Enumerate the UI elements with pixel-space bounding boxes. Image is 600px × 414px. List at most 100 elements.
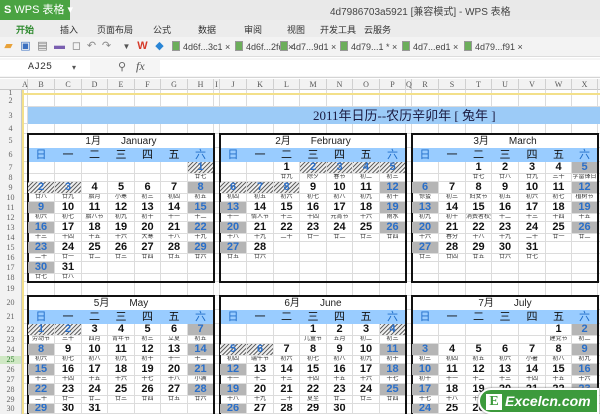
- calendar-date[interactable]: 23: [300, 222, 326, 233]
- calendar-date[interactable]: 3: [327, 162, 352, 173]
- calendar-date[interactable]: 10: [327, 182, 352, 193]
- calendar-date[interactable]: 25: [353, 222, 379, 233]
- calendar-date[interactable]: 13: [247, 364, 273, 375]
- calendar-date[interactable]: 9: [55, 344, 81, 355]
- calendar-date[interactable]: 6: [135, 182, 160, 193]
- calendar-date[interactable]: 15: [300, 364, 326, 375]
- calendar-date[interactable]: 18: [546, 202, 571, 213]
- calendar-date[interactable]: 16: [492, 202, 518, 213]
- calendar-date[interactable]: 31: [519, 242, 545, 253]
- calendar-date[interactable]: 19: [572, 202, 597, 213]
- calendar-date[interactable]: 3: [353, 324, 379, 335]
- calendar-date[interactable]: 13: [161, 344, 187, 355]
- row-header-25[interactable]: 25: [0, 356, 21, 364]
- menu-home[interactable]: 开始: [16, 23, 34, 36]
- calendar-date[interactable]: 21: [188, 364, 213, 375]
- calendar-date[interactable]: 4: [546, 162, 571, 173]
- print-icon[interactable]: ▬: [53, 40, 66, 53]
- calendar-date[interactable]: 31: [55, 262, 81, 273]
- calendar-date[interactable]: 28: [247, 242, 273, 253]
- calendar-date[interactable]: 1: [300, 324, 326, 335]
- calendar-date[interactable]: 8: [28, 344, 54, 355]
- calendar-date[interactable]: 6: [492, 344, 518, 355]
- row-header-17[interactable]: 17: [0, 262, 21, 274]
- calendar-date[interactable]: 29: [28, 404, 54, 413]
- menu-review[interactable]: 审阅: [244, 23, 262, 36]
- row-header-2[interactable]: 2: [0, 95, 21, 107]
- redo-icon[interactable]: ↷: [100, 40, 113, 53]
- column-header-j[interactable]: J: [220, 79, 247, 90]
- column-header-p[interactable]: P: [380, 79, 406, 90]
- calendar-date[interactable]: 8: [188, 182, 213, 193]
- calendar-date[interactable]: 1: [188, 162, 213, 173]
- calendar-date[interactable]: 4: [108, 324, 134, 335]
- row-header-30[interactable]: 30: [0, 404, 21, 414]
- calendar-date[interactable]: 4: [380, 324, 405, 335]
- calendar-date[interactable]: 16: [572, 364, 597, 375]
- calendar-date[interactable]: 14: [188, 344, 213, 355]
- calendar-date[interactable]: 8: [274, 182, 299, 193]
- wps-logo-icon[interactable]: W: [136, 40, 149, 53]
- formula-input[interactable]: [160, 60, 600, 76]
- calendar-date[interactable]: 23: [492, 222, 518, 233]
- calendar-date[interactable]: 30: [55, 404, 81, 413]
- calendar-date[interactable]: 23: [327, 384, 352, 395]
- menu-cloud[interactable]: 云服务: [364, 23, 391, 36]
- calendar-date[interactable]: 22: [28, 384, 54, 395]
- calendar-date[interactable]: 4: [439, 344, 465, 355]
- calendar-date[interactable]: 18: [353, 202, 379, 213]
- calendar-date[interactable]: 6: [161, 324, 187, 335]
- calendar-date[interactable]: 30: [492, 242, 518, 253]
- calendar-date[interactable]: 10: [353, 344, 379, 355]
- calendar-date[interactable]: 31: [82, 404, 107, 413]
- calendar-date[interactable]: 2: [55, 324, 81, 335]
- calendar-date[interactable]: 29: [300, 404, 326, 413]
- row-header-3[interactable]: 3: [0, 107, 21, 124]
- calendar-date[interactable]: 9: [492, 182, 518, 193]
- column-header-n[interactable]: N: [327, 79, 353, 90]
- row-header-27[interactable]: 27: [0, 376, 21, 384]
- calendar-date[interactable]: 19: [108, 222, 134, 233]
- row-header-7[interactable]: 7: [0, 162, 21, 174]
- calendar-date[interactable]: 12: [572, 182, 597, 193]
- calendar-date[interactable]: 18: [380, 364, 405, 375]
- row-header-6[interactable]: 6: [0, 148, 21, 162]
- row-header-23[interactable]: 23: [0, 336, 21, 344]
- calendar-date[interactable]: 20: [247, 384, 273, 395]
- calendar-date[interactable]: 21: [439, 222, 465, 233]
- menu-page-layout[interactable]: 页面布局: [97, 23, 133, 36]
- calendar-date[interactable]: 27: [135, 242, 160, 253]
- doc-tab[interactable]: 4d7...ed1 ×: [402, 41, 458, 52]
- row-header-26[interactable]: 26: [0, 364, 21, 376]
- row-header-14[interactable]: 14: [0, 234, 21, 242]
- calendar-date[interactable]: 11: [439, 364, 465, 375]
- dropdown-icon[interactable]: ▼: [120, 40, 133, 53]
- row-header-8[interactable]: 8: [0, 174, 21, 182]
- doc-tab[interactable]: 4d7...9d1 ×: [280, 41, 336, 52]
- calendar-date[interactable]: 15: [274, 202, 299, 213]
- calendar-date[interactable]: 3: [519, 162, 545, 173]
- save-icon[interactable]: ▣: [19, 40, 32, 53]
- calendar-date[interactable]: 16: [55, 364, 81, 375]
- calendar-date[interactable]: 7: [188, 324, 213, 335]
- row-header-10[interactable]: 10: [0, 194, 21, 202]
- column-header-w[interactable]: W: [546, 79, 572, 90]
- calendar-date[interactable]: 15: [28, 364, 54, 375]
- calendar-date[interactable]: 25: [546, 222, 571, 233]
- column-header-d[interactable]: D: [82, 79, 108, 90]
- row-header-22[interactable]: 22: [0, 324, 21, 336]
- calendar-date[interactable]: 8: [466, 182, 491, 193]
- menu-developer[interactable]: 开发工具: [320, 23, 356, 36]
- calendar-date[interactable]: 28: [161, 242, 187, 253]
- calendar-date[interactable]: 14: [161, 202, 187, 213]
- calendar-date[interactable]: 13: [135, 202, 160, 213]
- calendar-date[interactable]: 27: [220, 242, 246, 253]
- calendar-date[interactable]: 17: [82, 364, 107, 375]
- calendar-date[interactable]: 3: [55, 182, 81, 193]
- row-header-20[interactable]: 20: [0, 296, 21, 310]
- column-header-x[interactable]: X: [572, 79, 598, 90]
- calendar-date[interactable]: 22: [466, 222, 491, 233]
- column-header-t[interactable]: T: [466, 79, 492, 90]
- calendar-date[interactable]: 12: [108, 202, 134, 213]
- calendar-date[interactable]: 5: [380, 162, 405, 173]
